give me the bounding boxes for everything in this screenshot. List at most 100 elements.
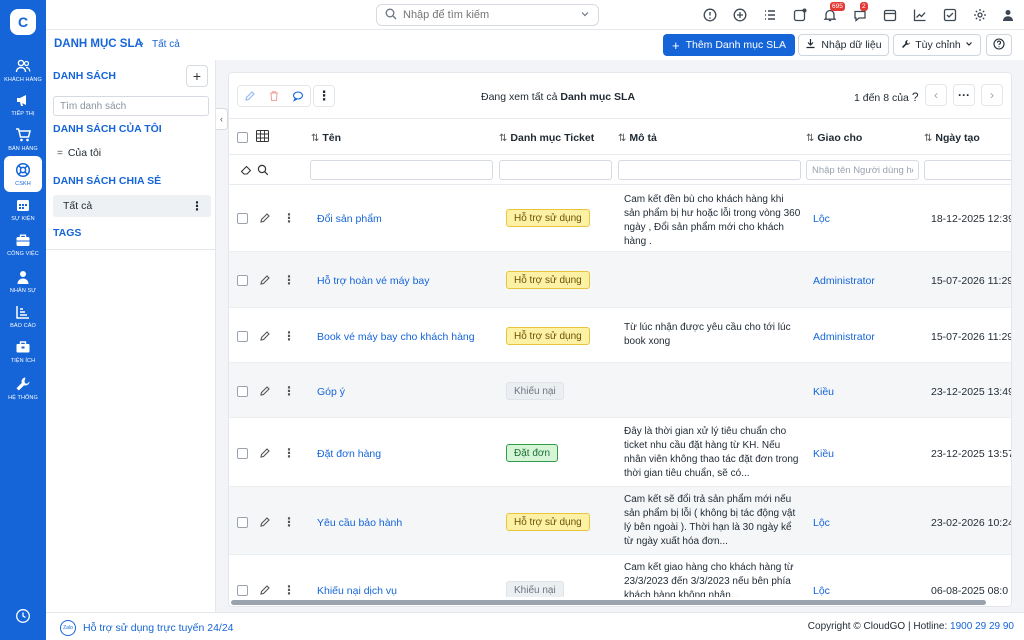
edit-pencil-icon[interactable]	[259, 516, 271, 528]
info-circle-icon[interactable]	[702, 7, 718, 23]
edit-pencil-icon[interactable]	[259, 447, 271, 459]
chart-line-icon[interactable]	[912, 7, 928, 23]
rail-item-he-thong[interactable]: HỆ THỐNG	[0, 370, 46, 406]
row-checkbox[interactable]	[237, 585, 248, 596]
rail-item-tiep-thi[interactable]: TIẾP THỊ	[0, 86, 46, 122]
rail-item-khach-hang[interactable]: KHÁCH HÀNG	[0, 52, 46, 88]
bell-icon[interactable]: 695	[822, 2, 845, 23]
column-header-created-date[interactable]: ⇅ Ngày tạo	[924, 132, 980, 144]
page-options-button[interactable]: ···	[953, 84, 975, 106]
customize-button[interactable]: Tùy chỉnh	[893, 34, 981, 56]
global-search[interactable]	[376, 4, 599, 26]
row-checkbox[interactable]	[237, 331, 248, 342]
row-name-link[interactable]: Đổi sản phẩm	[317, 213, 382, 225]
row-kebab-menu-icon[interactable]: ⋮	[283, 583, 295, 597]
row-name-link[interactable]: Yêu cầu bảo hành	[317, 517, 402, 529]
table-row[interactable]: ⋮ Hỗ trợ hoàn vé máy bay Hỗ trợ sử dụng …	[229, 252, 1011, 308]
rail-item-cong-viec[interactable]: CÔNG VIỆC	[0, 226, 46, 262]
chat-icon[interactable]: 2	[852, 2, 868, 23]
row-assignee-link[interactable]: Kiều	[813, 386, 834, 398]
column-header-ticket-category[interactable]: ⇅ Danh mục Ticket	[499, 132, 594, 144]
prev-page-button[interactable]: ‹	[925, 84, 947, 106]
filter-ticket-category-input[interactable]	[499, 160, 612, 180]
column-header-description[interactable]: ⇅ Mô tả	[618, 132, 657, 144]
row-kebab-menu-icon[interactable]: ⋮	[283, 211, 295, 225]
online-support-link[interactable]: Zalo Hỗ trợ sử dụng trực tuyến 24/24	[60, 620, 234, 636]
add-list-button[interactable]: +	[186, 65, 208, 87]
more-actions-button[interactable]: ⋮	[313, 85, 335, 107]
row-checkbox[interactable]	[237, 386, 248, 397]
collapse-panel-button[interactable]: ‹	[216, 108, 228, 130]
gear-icon[interactable]	[972, 7, 988, 23]
rail-item-nhan-su[interactable]: NHÂN SỰ	[0, 263, 46, 299]
pagination-total-unknown[interactable]: ?	[912, 90, 919, 104]
rail-item-cskh[interactable]: CSKH	[4, 156, 42, 192]
trash-icon[interactable]	[262, 86, 286, 106]
search-icon[interactable]	[257, 164, 269, 179]
import-data-button[interactable]: Nhập dữ liệu	[798, 34, 889, 56]
table-row[interactable]: ⋮ Yêu cầu bảo hành Hỗ trợ sử dụng Cam kế…	[229, 487, 1011, 555]
edit-pencil-icon[interactable]	[238, 86, 262, 106]
row-name-link[interactable]: Hỗ trợ hoàn vé máy bay	[317, 275, 430, 287]
filter-name-input[interactable]	[310, 160, 493, 180]
column-header-name[interactable]: ⇅ Tên	[311, 132, 341, 144]
history-clock-icon[interactable]	[15, 608, 31, 624]
row-name-link[interactable]: Góp ý	[317, 386, 345, 398]
rail-item-bao-cao[interactable]: BÁO CÁO	[0, 298, 46, 334]
checklist-icon[interactable]	[762, 7, 778, 23]
row-kebab-menu-icon[interactable]: ⋮	[283, 515, 295, 529]
select-all-checkbox[interactable]	[237, 132, 248, 143]
rail-item-su-kien[interactable]: SỰ KIỆN	[0, 191, 46, 227]
row-kebab-menu-icon[interactable]: ⋮	[283, 273, 295, 287]
list-search-input[interactable]	[53, 96, 209, 116]
filter-description-input[interactable]	[618, 160, 801, 180]
table-row[interactable]: ⋮ Đặt đơn hàng Đặt đơn Đây là thời gian …	[229, 418, 1011, 487]
edit-pencil-icon[interactable]	[259, 274, 271, 286]
filter-created-date-input[interactable]	[924, 160, 1011, 180]
task-notify-icon[interactable]	[792, 7, 808, 23]
horizontal-scrollbar[interactable]	[229, 597, 1011, 606]
edit-pencil-icon[interactable]	[259, 584, 271, 596]
table-row[interactable]: ⋮ Đổi sản phẩm Hỗ trợ sử dụng Cam kết đề…	[229, 185, 1011, 252]
table-row[interactable]: ⋮ Book vé máy bay cho khách hàng Hỗ trợ …	[229, 308, 1011, 363]
row-kebab-menu-icon[interactable]: ⋮	[283, 384, 295, 398]
checkbox-icon[interactable]	[942, 7, 958, 23]
hotline-number[interactable]: 1900 29 29 90	[950, 621, 1014, 632]
row-assignee-link[interactable]: Kiều	[813, 448, 834, 460]
add-circle-icon[interactable]	[732, 7, 748, 23]
filter-assigned-to-input[interactable]	[806, 160, 919, 180]
add-sla-button[interactable]: + Thêm Danh mục SLA	[663, 34, 795, 56]
row-assignee-link[interactable]: Administrator	[813, 331, 875, 343]
clear-filter-eraser-icon[interactable]	[240, 164, 252, 179]
row-assignee-link[interactable]: Lộc	[813, 585, 830, 597]
row-kebab-menu-icon[interactable]: ⋮	[283, 329, 295, 343]
list-item-my[interactable]: = Của tôi	[53, 142, 211, 164]
global-search-input[interactable]	[403, 9, 580, 21]
rail-item-ban-hang[interactable]: BÁN HÀNG	[0, 121, 46, 157]
user-profile-icon[interactable]	[1000, 7, 1016, 23]
breadcrumb-current[interactable]: Tất cả	[152, 39, 180, 50]
app-logo[interactable]: C	[10, 9, 36, 35]
next-page-button[interactable]: ›	[981, 84, 1003, 106]
row-checkbox[interactable]	[237, 275, 248, 286]
list-item-all[interactable]: Tất cả ⋮	[53, 195, 211, 217]
rail-item-tien-ich[interactable]: TIỆN ÍCH	[0, 333, 46, 369]
row-assignee-link[interactable]: Administrator	[813, 275, 875, 287]
edit-pencil-icon[interactable]	[259, 212, 271, 224]
edit-pencil-icon[interactable]	[259, 330, 271, 342]
kebab-menu-icon[interactable]: ⋮	[191, 199, 203, 213]
column-header-assigned-to[interactable]: ⇅ Giao cho	[806, 132, 862, 144]
row-assignee-link[interactable]: Lộc	[813, 213, 830, 225]
scrollbar-thumb[interactable]	[231, 600, 986, 605]
table-row[interactable]: ⋮ Góp ý Khiếu nại Kiều 23-12-2025 13:49	[229, 363, 1011, 418]
row-name-link[interactable]: Khiếu nại dịch vụ	[317, 585, 397, 597]
edit-pencil-icon[interactable]	[259, 385, 271, 397]
comment-icon[interactable]	[286, 86, 310, 106]
row-kebab-menu-icon[interactable]: ⋮	[283, 446, 295, 460]
column-settings-icon[interactable]	[256, 130, 269, 145]
calendar-icon[interactable]	[882, 7, 898, 23]
help-button[interactable]	[986, 34, 1012, 56]
breadcrumb-module[interactable]: DANH MỤC SLA	[54, 38, 143, 50]
row-checkbox[interactable]	[237, 213, 248, 224]
row-checkbox[interactable]	[237, 517, 248, 528]
